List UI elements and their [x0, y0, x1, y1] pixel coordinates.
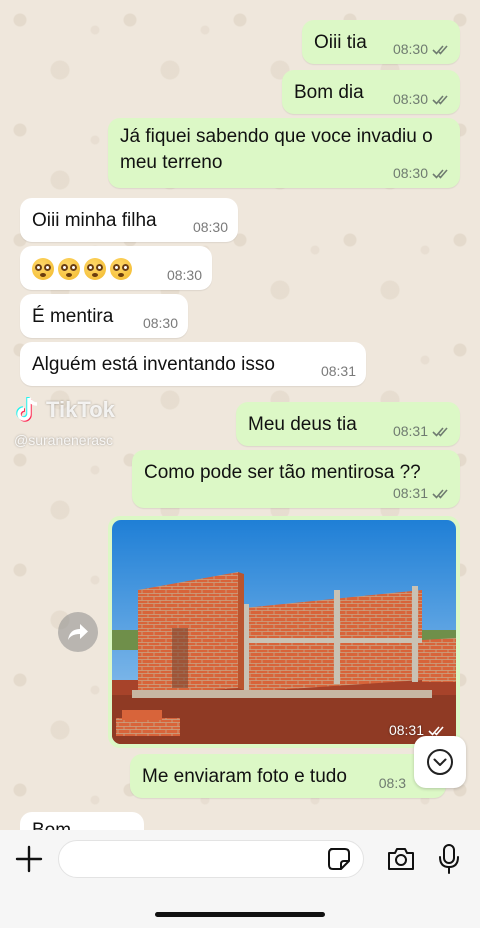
message-time: 08:30 [166, 267, 202, 283]
message-text [32, 256, 136, 282]
forward-icon [68, 624, 88, 640]
message-text: Como pode ser tão mentirosa ?? [144, 462, 421, 483]
message-time: 08:31 [320, 363, 356, 379]
message-meta: 08:3 [379, 775, 406, 791]
message-image[interactable]: 08:31 [108, 516, 460, 748]
plus-icon[interactable] [14, 844, 44, 874]
double-check-icon [432, 488, 448, 499]
flushed-emoji [32, 257, 54, 280]
message-meta: 08:30 [193, 219, 228, 235]
tiktok-logo-icon [16, 397, 38, 422]
message-outgoing[interactable]: Me enviaram foto e tudo 08:3 [130, 754, 446, 798]
message-time: 08:30 [392, 91, 428, 107]
message-incoming[interactable]: É mentira 08:30 [20, 294, 188, 338]
message-outgoing[interactable]: Já fiquei sabendo que voce invadiu o meu… [108, 118, 460, 188]
camera-icon[interactable] [386, 846, 416, 872]
message-meta: 08:30 [393, 41, 450, 57]
message-meta: 08:31 [321, 363, 356, 379]
message-outgoing[interactable]: Oiii tia 08:30 [302, 20, 460, 64]
tiktok-watermark: TikTok [14, 396, 115, 424]
message-time: 08:30 [392, 165, 428, 181]
message-time: 08:30 [192, 219, 228, 235]
message-meta: 08:31 [393, 485, 450, 501]
flushed-emoji [110, 257, 132, 280]
tiktok-brand: TikTok [46, 397, 115, 422]
message-meta: 08:30 [393, 91, 450, 107]
message-text: Oiii minha filha [32, 210, 157, 231]
message-text: É mentira [32, 306, 114, 327]
message-text: Meu deus tia [248, 414, 357, 435]
home-indicator [155, 912, 325, 917]
message-text: Oiii tia [314, 32, 367, 53]
message-meta: 08:31 [393, 423, 450, 439]
double-check-icon [432, 44, 448, 55]
message-time: 08:31 [392, 485, 428, 501]
message-text: Bom dia [294, 82, 364, 103]
chevron-down-icon [427, 749, 453, 775]
message-time: 08:30 [142, 315, 178, 331]
message-meta: 08:30 [393, 165, 450, 181]
message-outgoing[interactable]: Como pode ser tão mentirosa ?? 08:31 [132, 450, 460, 508]
sticker-icon[interactable] [326, 846, 352, 872]
message-outgoing[interactable]: Meu deus tia 08:31 [236, 402, 460, 446]
message-meta: 08:30 [143, 315, 178, 331]
message-incoming[interactable]: Oiii minha filha 08:30 [20, 198, 238, 242]
message-time: 08:31 [388, 722, 424, 738]
message-outgoing[interactable]: Bom dia 08:30 [282, 70, 460, 114]
message-time: 08:3 [378, 775, 406, 791]
message-incoming[interactable]: Alguém está inventando isso 08:31 [20, 342, 366, 386]
forward-button[interactable] [58, 612, 98, 652]
message-incoming[interactable]: 08:30 [20, 246, 212, 290]
scroll-down-button[interactable] [414, 736, 466, 788]
tiktok-username: @suranenerasc [14, 432, 114, 448]
double-check-icon [428, 725, 444, 736]
flushed-emoji [84, 257, 106, 280]
flushed-emoji [58, 257, 80, 280]
double-check-icon [432, 168, 448, 179]
message-text: Alguém está inventando isso [32, 354, 275, 375]
construction-photo[interactable] [112, 520, 456, 744]
message-time: 08:31 [392, 423, 428, 439]
message-meta: 08:30 [167, 267, 202, 283]
mic-icon[interactable] [438, 843, 460, 875]
double-check-icon [432, 426, 448, 437]
message-text: Me enviaram foto e tudo [142, 766, 347, 787]
double-check-icon [432, 94, 448, 105]
message-time: 08:30 [392, 41, 428, 57]
message-input[interactable] [58, 840, 364, 878]
